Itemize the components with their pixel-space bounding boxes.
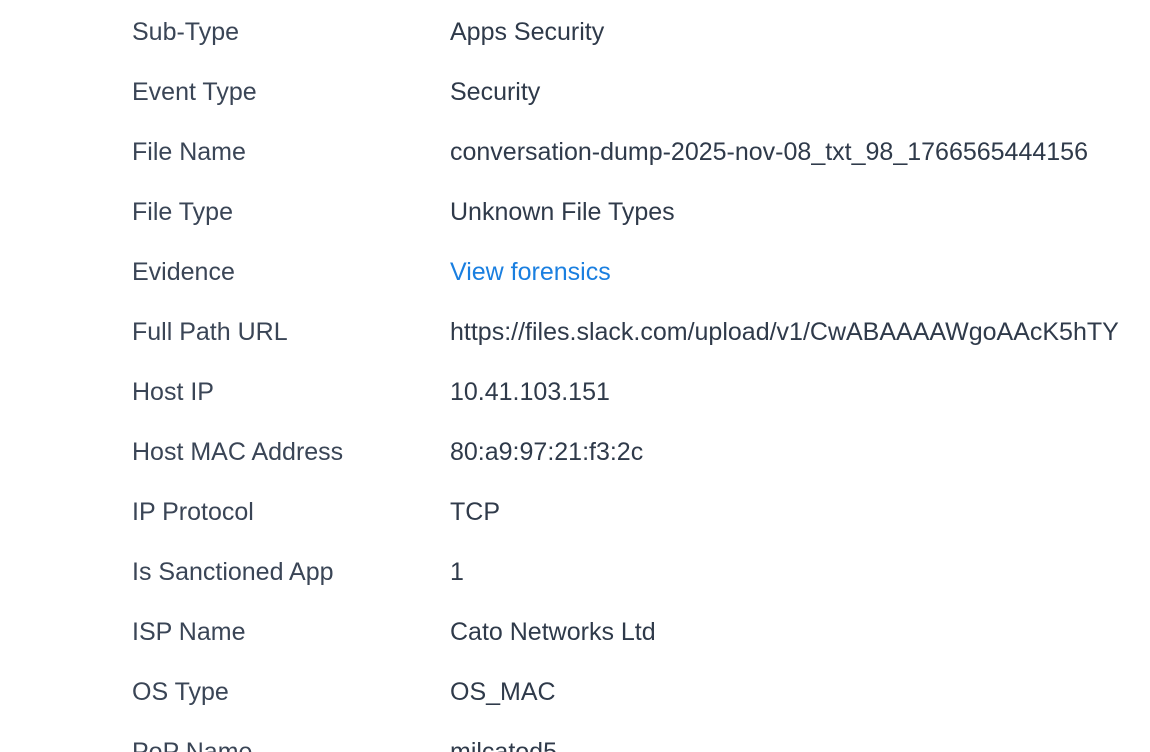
- detail-row-ip-protocol: IP Protocol TCP: [0, 482, 1150, 542]
- is-sanctioned-app-label: Is Sanctioned App: [132, 558, 334, 586]
- detail-row-pop-name: PoP Name milcatod5: [0, 722, 1150, 752]
- detail-row-host-ip: Host IP 10.41.103.151: [0, 362, 1150, 422]
- ip-protocol-value: TCP: [450, 498, 500, 526]
- file-name-value: conversation-dump-2025-nov-08_txt_98_176…: [450, 138, 1088, 166]
- detail-row-file-type: File Type Unknown File Types: [0, 182, 1150, 242]
- evidence-label: Evidence: [132, 258, 235, 286]
- detail-row-full-path-url: Full Path URL https://files.slack.com/up…: [0, 302, 1150, 362]
- event-details-panel: Sub-Type Apps Security Event Type Securi…: [0, 0, 1150, 752]
- full-path-url-value: https://files.slack.com/upload/v1/CwABAA…: [450, 318, 1119, 346]
- sub-type-value: Apps Security: [450, 18, 605, 46]
- detail-row-sub-type: Sub-Type Apps Security: [0, 2, 1150, 62]
- file-type-label: File Type: [132, 198, 233, 226]
- host-mac-address-value: 80:a9:97:21:f3:2c: [450, 438, 644, 466]
- detail-row-event-type: Event Type Security: [0, 62, 1150, 122]
- detail-row-file-name: File Name conversation-dump-2025-nov-08_…: [0, 122, 1150, 182]
- detail-row-os-type: OS Type OS_MAC: [0, 662, 1150, 722]
- view-forensics-link[interactable]: View forensics: [450, 242, 611, 302]
- detail-row-isp-name: ISP Name Cato Networks Ltd: [0, 602, 1150, 662]
- detail-row-host-mac-address: Host MAC Address 80:a9:97:21:f3:2c: [0, 422, 1150, 482]
- detail-row-is-sanctioned-app: Is Sanctioned App 1: [0, 542, 1150, 602]
- pop-name-label: PoP Name: [132, 738, 253, 752]
- file-name-label: File Name: [132, 138, 246, 166]
- os-type-label: OS Type: [132, 678, 229, 706]
- event-type-label: Event Type: [132, 78, 257, 106]
- detail-row-evidence: Evidence View forensics: [0, 242, 1150, 302]
- pop-name-value: milcatod5: [450, 738, 557, 752]
- ip-protocol-label: IP Protocol: [132, 498, 254, 526]
- os-type-value: OS_MAC: [450, 678, 556, 706]
- host-ip-value: 10.41.103.151: [450, 378, 610, 406]
- isp-name-label: ISP Name: [132, 618, 246, 646]
- event-type-value: Security: [450, 78, 541, 106]
- host-mac-address-label: Host MAC Address: [132, 438, 344, 466]
- isp-name-value: Cato Networks Ltd: [450, 618, 656, 646]
- sub-type-label: Sub-Type: [132, 18, 240, 46]
- file-type-value: Unknown File Types: [450, 198, 675, 226]
- full-path-url-label: Full Path URL: [132, 318, 288, 346]
- is-sanctioned-app-value: 1: [450, 558, 464, 586]
- host-ip-label: Host IP: [132, 378, 214, 406]
